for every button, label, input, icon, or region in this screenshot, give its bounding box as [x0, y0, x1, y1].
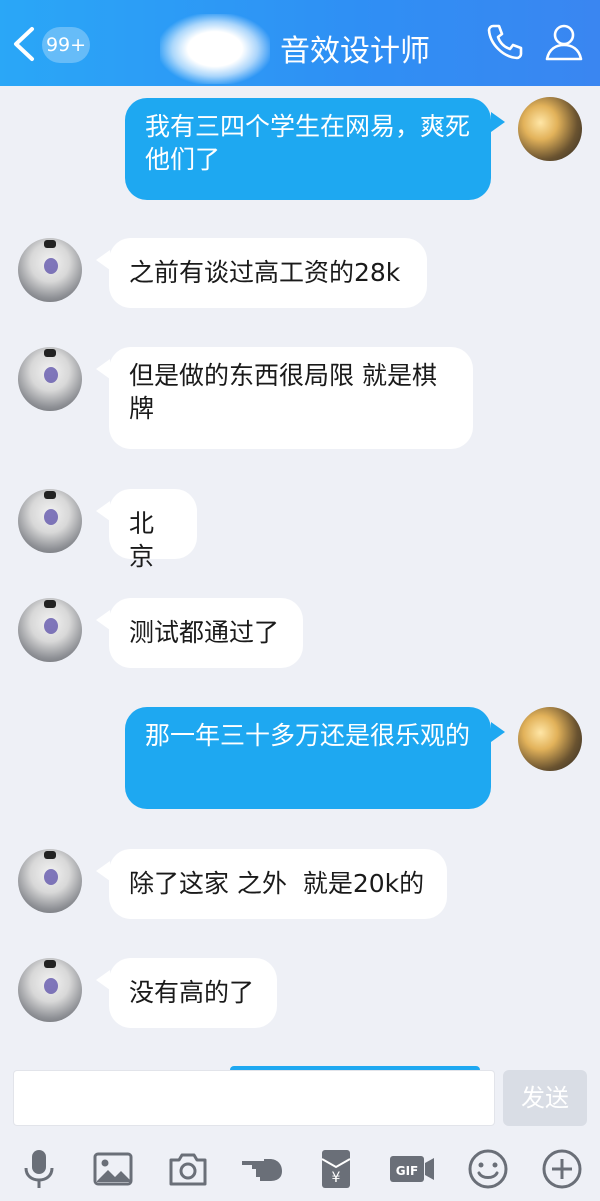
svg-text:¥: ¥ — [332, 1170, 341, 1186]
gif-icon[interactable]: GIF — [388, 1147, 436, 1191]
message-bubble[interactable]: 但是做的东西很局限 就是棋牌 — [109, 347, 473, 449]
message-bubble[interactable]: 测试都通过了 — [109, 598, 303, 668]
my-avatar[interactable] — [518, 97, 582, 161]
my-avatar[interactable] — [518, 707, 582, 771]
profile-icon[interactable] — [542, 20, 586, 64]
red-packet-icon[interactable]: ¥ — [314, 1147, 358, 1191]
message-bubble[interactable]: 北京 — [109, 489, 197, 571]
contact-avatar[interactable] — [18, 849, 82, 913]
redacted-name-mask — [160, 14, 270, 84]
svg-text:GIF: GIF — [396, 1164, 419, 1178]
phone-call-icon[interactable] — [483, 20, 527, 64]
chat-header: 99+ 音效设计师 — [0, 0, 600, 86]
contact-avatar[interactable] — [18, 598, 82, 662]
camera-icon[interactable] — [166, 1147, 210, 1191]
contact-avatar[interactable] — [18, 238, 82, 302]
plus-icon[interactable] — [540, 1147, 584, 1191]
message-bubble[interactable]: 之前有谈过高工资的28k — [109, 238, 427, 308]
unread-badge[interactable]: 99+ — [42, 27, 90, 63]
contact-avatar[interactable] — [18, 958, 82, 1022]
contact-avatar[interactable] — [18, 347, 82, 411]
message-bubble[interactable]: 没有高的了 — [109, 958, 277, 1028]
chat-title-area: 音效设计师 — [150, 14, 450, 84]
poke-hand-icon[interactable] — [240, 1147, 284, 1191]
message-input[interactable] — [13, 1070, 495, 1126]
microphone-icon[interactable] — [17, 1147, 61, 1191]
send-button[interactable]: 发送 — [503, 1070, 587, 1126]
message-bubble[interactable]: 那一年三十多万还是很乐观的 — [125, 707, 491, 809]
image-icon[interactable] — [91, 1147, 135, 1191]
emoji-icon[interactable] — [466, 1147, 510, 1191]
contact-avatar[interactable] — [18, 489, 82, 553]
message-bubble[interactable]: 我有三四个学生在网易，爽死他们了 — [125, 98, 491, 200]
back-arrow-icon[interactable] — [10, 25, 38, 63]
page-title: 音效设计师 — [280, 34, 430, 69]
message-bubble[interactable]: 除了这家 之外 就是20k的 — [109, 849, 447, 919]
